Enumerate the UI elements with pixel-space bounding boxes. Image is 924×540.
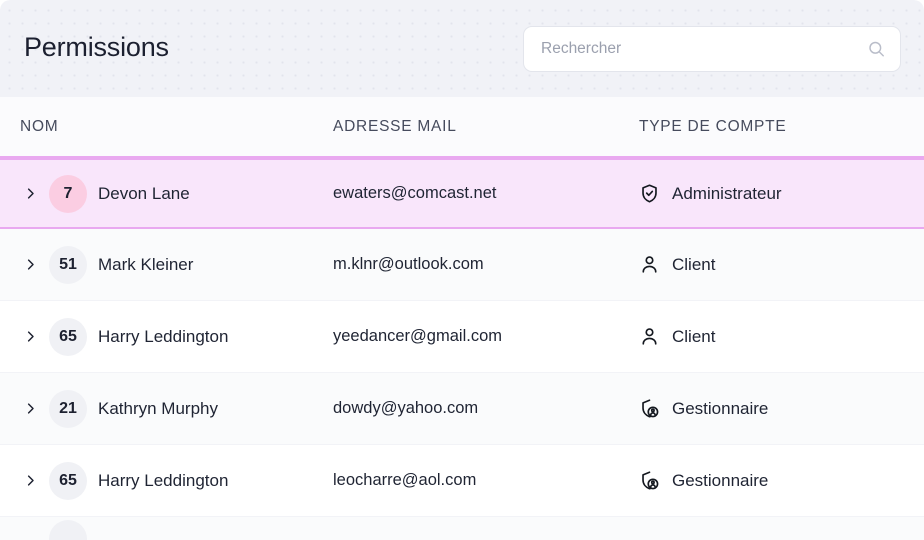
user-name: Harry Leddington <box>98 326 229 346</box>
column-header-adresse-mail[interactable]: ADRESSE MAIL <box>308 118 617 136</box>
user-name: Mark Kleiner <box>98 254 194 274</box>
column-header-nom[interactable]: NOM <box>0 118 308 136</box>
cell-nom <box>0 520 308 540</box>
cell-type-de-compte: Administrateur <box>617 183 924 204</box>
shield-user-icon <box>639 398 660 419</box>
user-email: leocharre@aol.com <box>333 471 477 489</box>
search-input[interactable] <box>523 25 901 72</box>
count-badge: 21 <box>49 389 87 428</box>
permissions-page: Permissions NOM ADRESSE MAIL TYPE DE COM… <box>0 0 924 540</box>
cell-nom: 21 Kathryn Murphy <box>0 389 308 428</box>
cell-adresse-mail: yeedancer@gmail.com <box>308 327 617 346</box>
table-row[interactable]: 65 Harry Leddington leocharre@aol.com Gesti… <box>0 445 924 517</box>
chevron-right-icon[interactable] <box>22 329 38 345</box>
account-type-label: Client <box>672 254 716 274</box>
cell-nom: 65 Harry Leddington <box>0 461 308 500</box>
table-row[interactable]: 51 Mark Kleiner m.klnr@outlook.com Client <box>0 229 924 301</box>
page-title: Permissions <box>24 32 169 62</box>
page-header: Permissions <box>0 0 924 97</box>
table-row[interactable]: 65 Harry Leddington yeedancer@gmail.com Cli… <box>0 301 924 373</box>
shield-user-icon <box>639 470 660 491</box>
count-badge: 51 <box>49 245 87 284</box>
user-icon <box>639 254 660 275</box>
user-email: ewaters@comcast.net <box>333 184 497 202</box>
column-header-type-de-compte[interactable]: TYPE DE COMPTE <box>617 118 924 136</box>
count-badge: 7 <box>49 174 87 213</box>
permissions-table: NOM ADRESSE MAIL TYPE DE COMPTE 7 Devon L… <box>0 97 924 540</box>
chevron-right-icon[interactable] <box>22 186 38 202</box>
cell-adresse-mail: m.klnr@outlook.com <box>308 255 617 274</box>
shield-check-icon <box>639 183 660 204</box>
cell-adresse-mail: dowdy@yahoo.com <box>308 399 617 418</box>
count-badge: 65 <box>49 461 87 500</box>
account-type-label: Gestionnaire <box>672 398 769 418</box>
table-row[interactable]: 7 Devon Lane ewaters@comcast.net Administra… <box>0 158 924 229</box>
table-header-row: NOM ADRESSE MAIL TYPE DE COMPTE <box>0 97 924 158</box>
user-name: Devon Lane <box>98 183 190 203</box>
user-name: Kathryn Murphy <box>98 398 218 418</box>
user-email: m.klnr@outlook.com <box>333 255 484 273</box>
chevron-right-icon[interactable] <box>22 473 38 489</box>
count-badge <box>49 520 87 540</box>
account-type-label: Administrateur <box>672 183 782 203</box>
count-badge: 65 <box>49 317 87 356</box>
account-type-label: Gestionnaire <box>672 470 769 490</box>
table-row[interactable]: 21 Kathryn Murphy dowdy@yahoo.com Gestionna… <box>0 373 924 445</box>
user-email: dowdy@yahoo.com <box>333 399 479 417</box>
cell-type-de-compte: Gestionnaire <box>617 470 924 491</box>
cell-type-de-compte: Gestionnaire <box>617 398 924 419</box>
cell-nom: 65 Harry Leddington <box>0 317 308 356</box>
user-icon <box>639 326 660 347</box>
chevron-right-icon[interactable] <box>22 531 38 540</box>
cell-nom: 51 Mark Kleiner <box>0 245 308 284</box>
cell-adresse-mail: ewaters@comcast.net <box>308 184 617 203</box>
cell-type-de-compte: Client <box>617 254 924 275</box>
cell-nom: 7 Devon Lane <box>0 174 308 213</box>
account-type-label: Client <box>672 326 716 346</box>
user-name: Harry Leddington <box>98 470 229 490</box>
search-container <box>523 25 901 72</box>
table-body: 7 Devon Lane ewaters@comcast.net Administra… <box>0 158 924 540</box>
user-email: yeedancer@gmail.com <box>333 327 502 345</box>
chevron-right-icon[interactable] <box>22 401 38 417</box>
cell-type-de-compte: Client <box>617 326 924 347</box>
cell-adresse-mail: leocharre@aol.com <box>308 471 617 490</box>
table-row[interactable] <box>0 517 924 540</box>
chevron-right-icon[interactable] <box>22 257 38 273</box>
